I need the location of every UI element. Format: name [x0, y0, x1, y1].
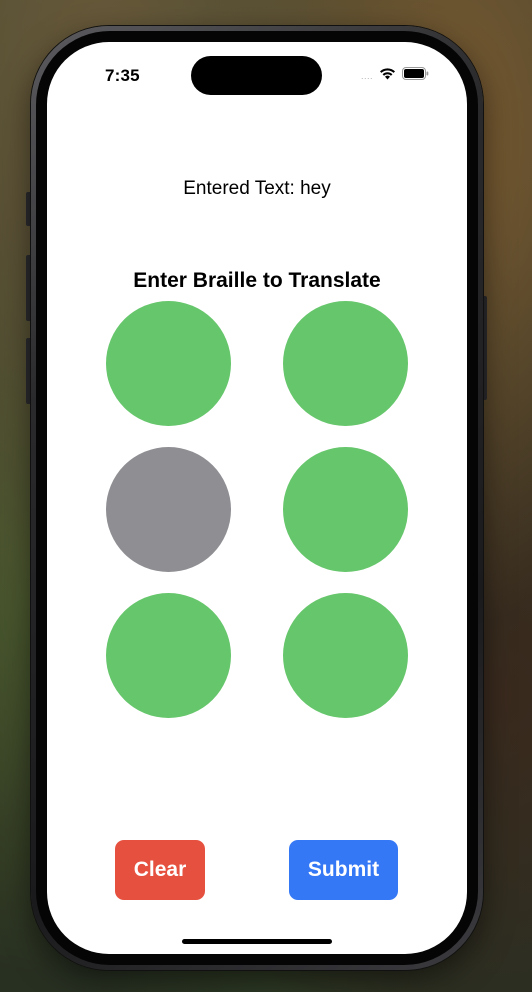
- home-indicator: [182, 939, 332, 944]
- cellular-signal-icon: ....: [360, 71, 373, 81]
- page-title: Enter Braille to Translate: [133, 269, 381, 292]
- braille-dot-2[interactable]: [106, 447, 231, 572]
- braille-dot-3[interactable]: [106, 593, 231, 718]
- app-screen: 7:35 .... Entered Text: hey Enter Braill…: [47, 42, 467, 954]
- status-bar-right: ....: [360, 67, 429, 85]
- submit-button[interactable]: Submit: [289, 840, 398, 900]
- braille-dot-1[interactable]: [106, 301, 231, 426]
- status-time: 7:35: [105, 66, 140, 85]
- battery-icon: [402, 67, 429, 85]
- clear-button[interactable]: Clear: [115, 840, 205, 900]
- braille-dot-4[interactable]: [283, 301, 408, 426]
- braille-dot-5[interactable]: [283, 447, 408, 572]
- wifi-icon: [379, 67, 396, 85]
- dynamic-island: [191, 56, 322, 95]
- braille-dot-6[interactable]: [283, 593, 408, 718]
- entered-text-label: Entered Text: hey: [183, 178, 331, 199]
